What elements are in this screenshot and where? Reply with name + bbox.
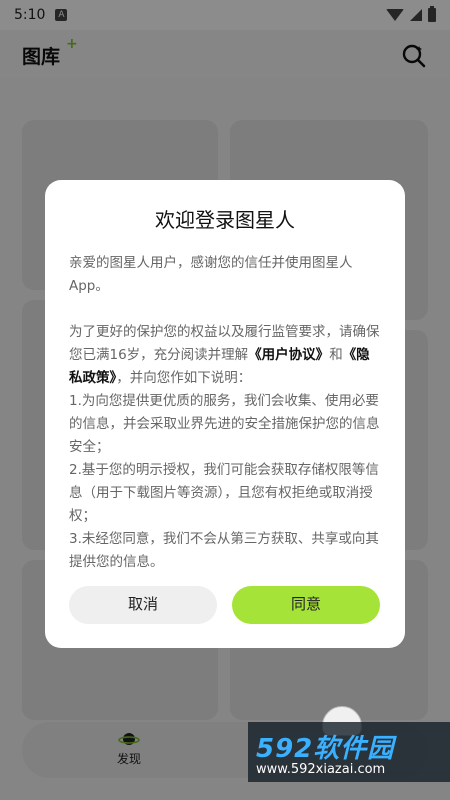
p2-and: 和 — [329, 347, 343, 363]
watermark-title: 592软件园 — [256, 734, 395, 764]
user-agreement-link[interactable]: 《用户协议》 — [248, 347, 329, 363]
dialog-item-1: 1.为向您提供更优质的服务，我们会收集、使用必要的信息，并会采取业界先进的安全措… — [69, 393, 380, 455]
cancel-button[interactable]: 取消 — [69, 586, 217, 624]
watermark: 592软件园 www.592xiazai.com — [248, 722, 450, 782]
p2-after: ，并向您作如下说明： — [116, 370, 252, 386]
dialog-paragraph-2: 为了更好的保护您的权益以及履行监管要求，请确保您已满16岁，充分阅读并理解《用户… — [69, 321, 381, 390]
dialog-intro: 亲爱的图星人用户，感谢您的信任并使用图星人 App。 — [69, 255, 353, 294]
watermark-url: www.592xiazai.com — [256, 762, 386, 777]
privacy-dialog: 欢迎登录图星人 亲爱的图星人用户，感谢您的信任并使用图星人 App。 为了更好的… — [45, 180, 405, 648]
dialog-item-3: 3.未经您同意，我们不会从第三方获取、共享或向其提供您的信息。 — [69, 531, 379, 570]
dialog-body: 亲爱的图星人用户，感谢您的信任并使用图星人 App。 为了更好的保护您的权益以及… — [69, 252, 381, 574]
agree-button[interactable]: 同意 — [232, 586, 380, 624]
dialog-title: 欢迎登录图星人 — [155, 208, 295, 232]
dialog-item-2: 2.基于您的明示授权，我们可能会获取存储权限等信息（用于下载图片等资源），且您有… — [69, 462, 379, 524]
